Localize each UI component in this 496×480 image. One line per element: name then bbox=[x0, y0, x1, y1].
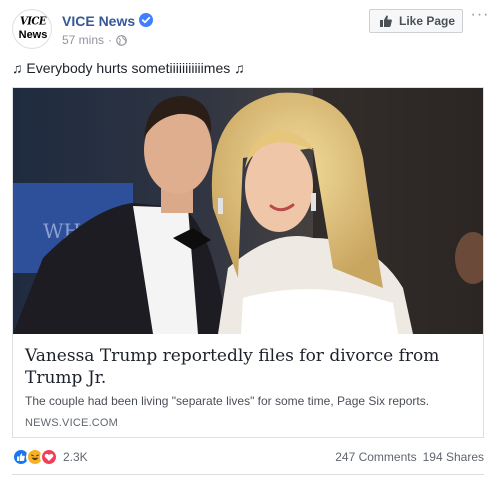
engagement-stats: 247 Comments 194 Shares bbox=[335, 449, 484, 465]
photo-illustration: WH bbox=[13, 88, 483, 334]
post-message: ♫ Everybody hurts sometiiiiiiiiiiimes ♫ bbox=[12, 60, 245, 76]
reaction-count: 2.3K bbox=[63, 450, 88, 464]
article-photo[interactable]: WH bbox=[13, 88, 483, 334]
meta-separator: · bbox=[108, 33, 113, 47]
globe-icon bbox=[116, 34, 127, 46]
more-options-icon[interactable]: ··· bbox=[470, 7, 490, 26]
footer-divider bbox=[12, 474, 484, 475]
comments-count-link[interactable]: 247 Comments bbox=[335, 449, 416, 465]
thumbs-up-icon bbox=[380, 15, 392, 27]
like-page-button[interactable]: Like Page bbox=[369, 9, 463, 33]
article-summary: The couple had been living "separate liv… bbox=[25, 394, 430, 408]
link-preview-card[interactable]: WH Vanessa Trump reportedly files for di bbox=[12, 87, 484, 438]
verified-badge-icon bbox=[139, 13, 153, 27]
post-timestamp[interactable]: 57 mins bbox=[62, 32, 104, 48]
logo-text-news: News bbox=[18, 29, 48, 41]
post-meta: 57 mins · bbox=[62, 32, 127, 48]
vice-news-logo: VICE News bbox=[13, 10, 51, 48]
facebook-post: VICE News VICE News 57 mins · Like Page … bbox=[0, 0, 496, 480]
love-reaction-icon bbox=[40, 448, 58, 466]
like-page-label: Like Page bbox=[399, 14, 456, 28]
reactions-summary[interactable]: 2.3K bbox=[12, 448, 88, 466]
logo-text-vice: VICE bbox=[19, 15, 47, 28]
article-domain: NEWS.VICE.COM bbox=[25, 417, 119, 429]
page-avatar[interactable]: VICE News bbox=[12, 9, 52, 49]
page-name-link[interactable]: VICE News bbox=[62, 12, 135, 30]
shares-count-link[interactable]: 194 Shares bbox=[423, 449, 484, 465]
article-headline[interactable]: Vanessa Trump reportedly files for divor… bbox=[25, 345, 475, 389]
